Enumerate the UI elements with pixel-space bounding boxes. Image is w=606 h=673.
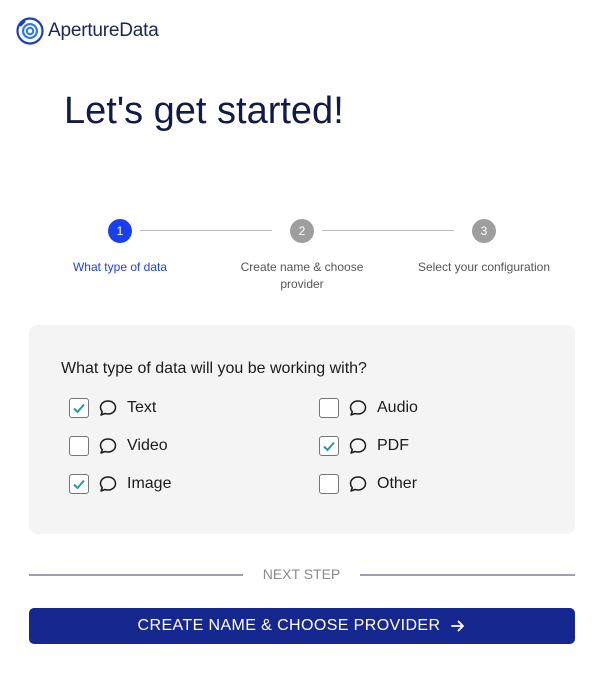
check-icon: [73, 403, 85, 414]
comment-icon: [349, 476, 367, 492]
audio-checkbox[interactable]: [319, 398, 339, 418]
comment-icon: [349, 438, 367, 454]
step-connector: [140, 230, 272, 231]
step-3-indicator: 3: [472, 219, 496, 243]
data-type-question: What type of data will you be working wi…: [61, 360, 367, 377]
option-image[interactable]: Image: [69, 472, 171, 496]
step-1-indicator: 1: [108, 219, 132, 243]
check-icon: [73, 479, 85, 490]
option-audio[interactable]: Audio: [319, 396, 418, 420]
comment-icon: [99, 476, 117, 492]
data-type-panel: What type of data will you be working wi…: [29, 325, 575, 534]
option-other[interactable]: Other: [319, 472, 417, 496]
option-label: Text: [127, 399, 157, 416]
pdf-checkbox[interactable]: [319, 436, 339, 456]
logo-text: ApertureData: [48, 20, 159, 41]
video-checkbox[interactable]: [69, 436, 89, 456]
create-name-button-label: CREATE NAME & CHOOSE PROVIDER: [137, 617, 441, 634]
option-label: Video: [127, 437, 168, 454]
option-label: Other: [377, 475, 418, 492]
logo: ApertureData: [16, 17, 159, 45]
step-2-label: Create name & choose provider: [240, 260, 364, 291]
option-pdf[interactable]: PDF: [319, 434, 409, 458]
check-icon: [323, 441, 335, 452]
aperture-logo-icon: [16, 17, 44, 45]
divider-right: [360, 574, 575, 576]
stepper: 1 2 3 What type of data Create name & ch…: [0, 219, 606, 299]
step-2-indicator: 2: [290, 219, 314, 243]
next-step-label: NEXT STEP: [262, 566, 341, 582]
option-video[interactable]: Video: [69, 434, 168, 458]
page-title: Let's get started!: [64, 90, 344, 132]
image-checkbox[interactable]: [69, 474, 89, 494]
step-1-label: What type of data: [72, 260, 168, 274]
option-text[interactable]: Text: [69, 396, 156, 420]
comment-icon: [99, 438, 117, 454]
other-checkbox[interactable]: [319, 474, 339, 494]
create-name-button[interactable]: CREATE NAME & CHOOSE PROVIDER: [29, 608, 575, 644]
text-checkbox[interactable]: [69, 398, 89, 418]
option-label: Image: [127, 475, 172, 492]
divider-left: [29, 574, 243, 576]
arrow-right-icon: [451, 620, 465, 632]
comment-icon: [99, 400, 117, 416]
option-label: PDF: [377, 437, 409, 454]
step-connector: [322, 230, 454, 231]
comment-icon: [349, 400, 367, 416]
option-label: Audio: [377, 399, 418, 416]
step-3-label: Select your configuration: [417, 260, 551, 274]
